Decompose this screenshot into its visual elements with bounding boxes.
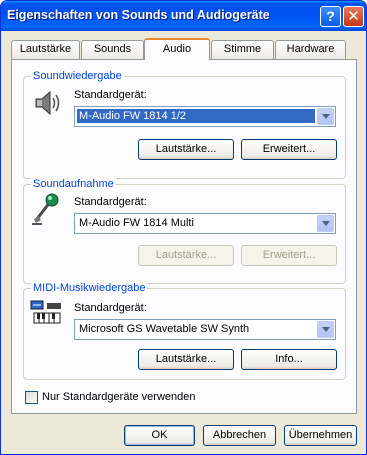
recording-group-title: Soundaufnahme <box>31 178 116 190</box>
tab-sounds[interactable]: Sounds <box>81 40 144 59</box>
chevron-down-icon[interactable] <box>317 321 334 338</box>
title-bar[interactable]: Eigenschaften von Sounds und Audiogeräte… <box>1 1 366 31</box>
playback-group-title: Soundwiedergabe <box>31 70 124 82</box>
midi-info-button[interactable]: Info... <box>241 349 337 370</box>
playback-volume-button[interactable]: Lautstärke... <box>138 139 234 160</box>
window-title: Eigenschaften von Sounds und Audiogeräte <box>7 8 270 22</box>
recording-volume-button: Lautstärke... <box>138 245 234 266</box>
playback-advanced-button[interactable]: Erweitert... <box>241 139 337 160</box>
recording-device-select[interactable]: M-Audio FW 1814 Multi <box>74 213 336 234</box>
midi-group: MIDI-Musikwiedergabe Standardgerät: Micr… <box>23 282 346 380</box>
standard-devices-only-checkbox[interactable] <box>25 391 38 404</box>
recording-device-label: Standardgerät: <box>74 196 147 208</box>
tab-panel-audio: Soundwiedergabe Standardgerät: M-Audio F… <box>11 59 357 414</box>
close-button[interactable]: ✕ <box>343 6 364 27</box>
cancel-button[interactable]: Abbrechen <box>203 425 276 446</box>
speaker-icon <box>32 87 64 119</box>
help-button[interactable]: ? <box>320 6 341 27</box>
tab-stimme[interactable]: Stimme <box>211 40 274 59</box>
playback-device-label: Standardgerät: <box>74 89 147 101</box>
tab-hardware[interactable]: Hardware <box>275 40 346 59</box>
tab-lautstaerke[interactable]: Lautstärke <box>11 40 80 59</box>
playback-group: Soundwiedergabe Standardgerät: M-Audio F… <box>23 70 346 179</box>
midi-device-label: Standardgerät: <box>74 302 147 314</box>
midi-keyboard-icon <box>30 299 62 331</box>
playback-device-value: M-Audio FW 1814 1/2 <box>77 109 315 123</box>
standard-devices-only-label[interactable]: Nur Standardgeräte verwenden <box>42 391 195 403</box>
playback-device-select[interactable]: M-Audio FW 1814 1/2 <box>74 106 336 127</box>
tab-audio[interactable]: Audio <box>144 38 210 60</box>
midi-device-select[interactable]: Microsoft GS Wavetable SW Synth <box>74 319 336 340</box>
microphone-icon <box>30 193 62 225</box>
chevron-down-icon[interactable] <box>317 108 334 125</box>
ok-button[interactable]: OK <box>124 425 195 446</box>
midi-group-title: MIDI-Musikwiedergabe <box>31 282 148 294</box>
midi-volume-button[interactable]: Lautstärke... <box>138 349 234 370</box>
midi-device-value: Microsoft GS Wavetable SW Synth <box>79 323 250 335</box>
chevron-down-icon[interactable] <box>317 215 334 232</box>
tab-strip: Lautstärke Sounds Audio Stimme Hardware <box>11 38 356 60</box>
recording-group: Soundaufnahme Standardgerät: M-Audio FW … <box>23 178 346 284</box>
apply-button[interactable]: Übernehmen <box>284 425 357 446</box>
recording-device-value: M-Audio FW 1814 Multi <box>79 217 194 229</box>
dialog-window: Eigenschaften von Sounds und Audiogeräte… <box>0 0 367 455</box>
recording-advanced-button: Erweitert... <box>241 245 337 266</box>
